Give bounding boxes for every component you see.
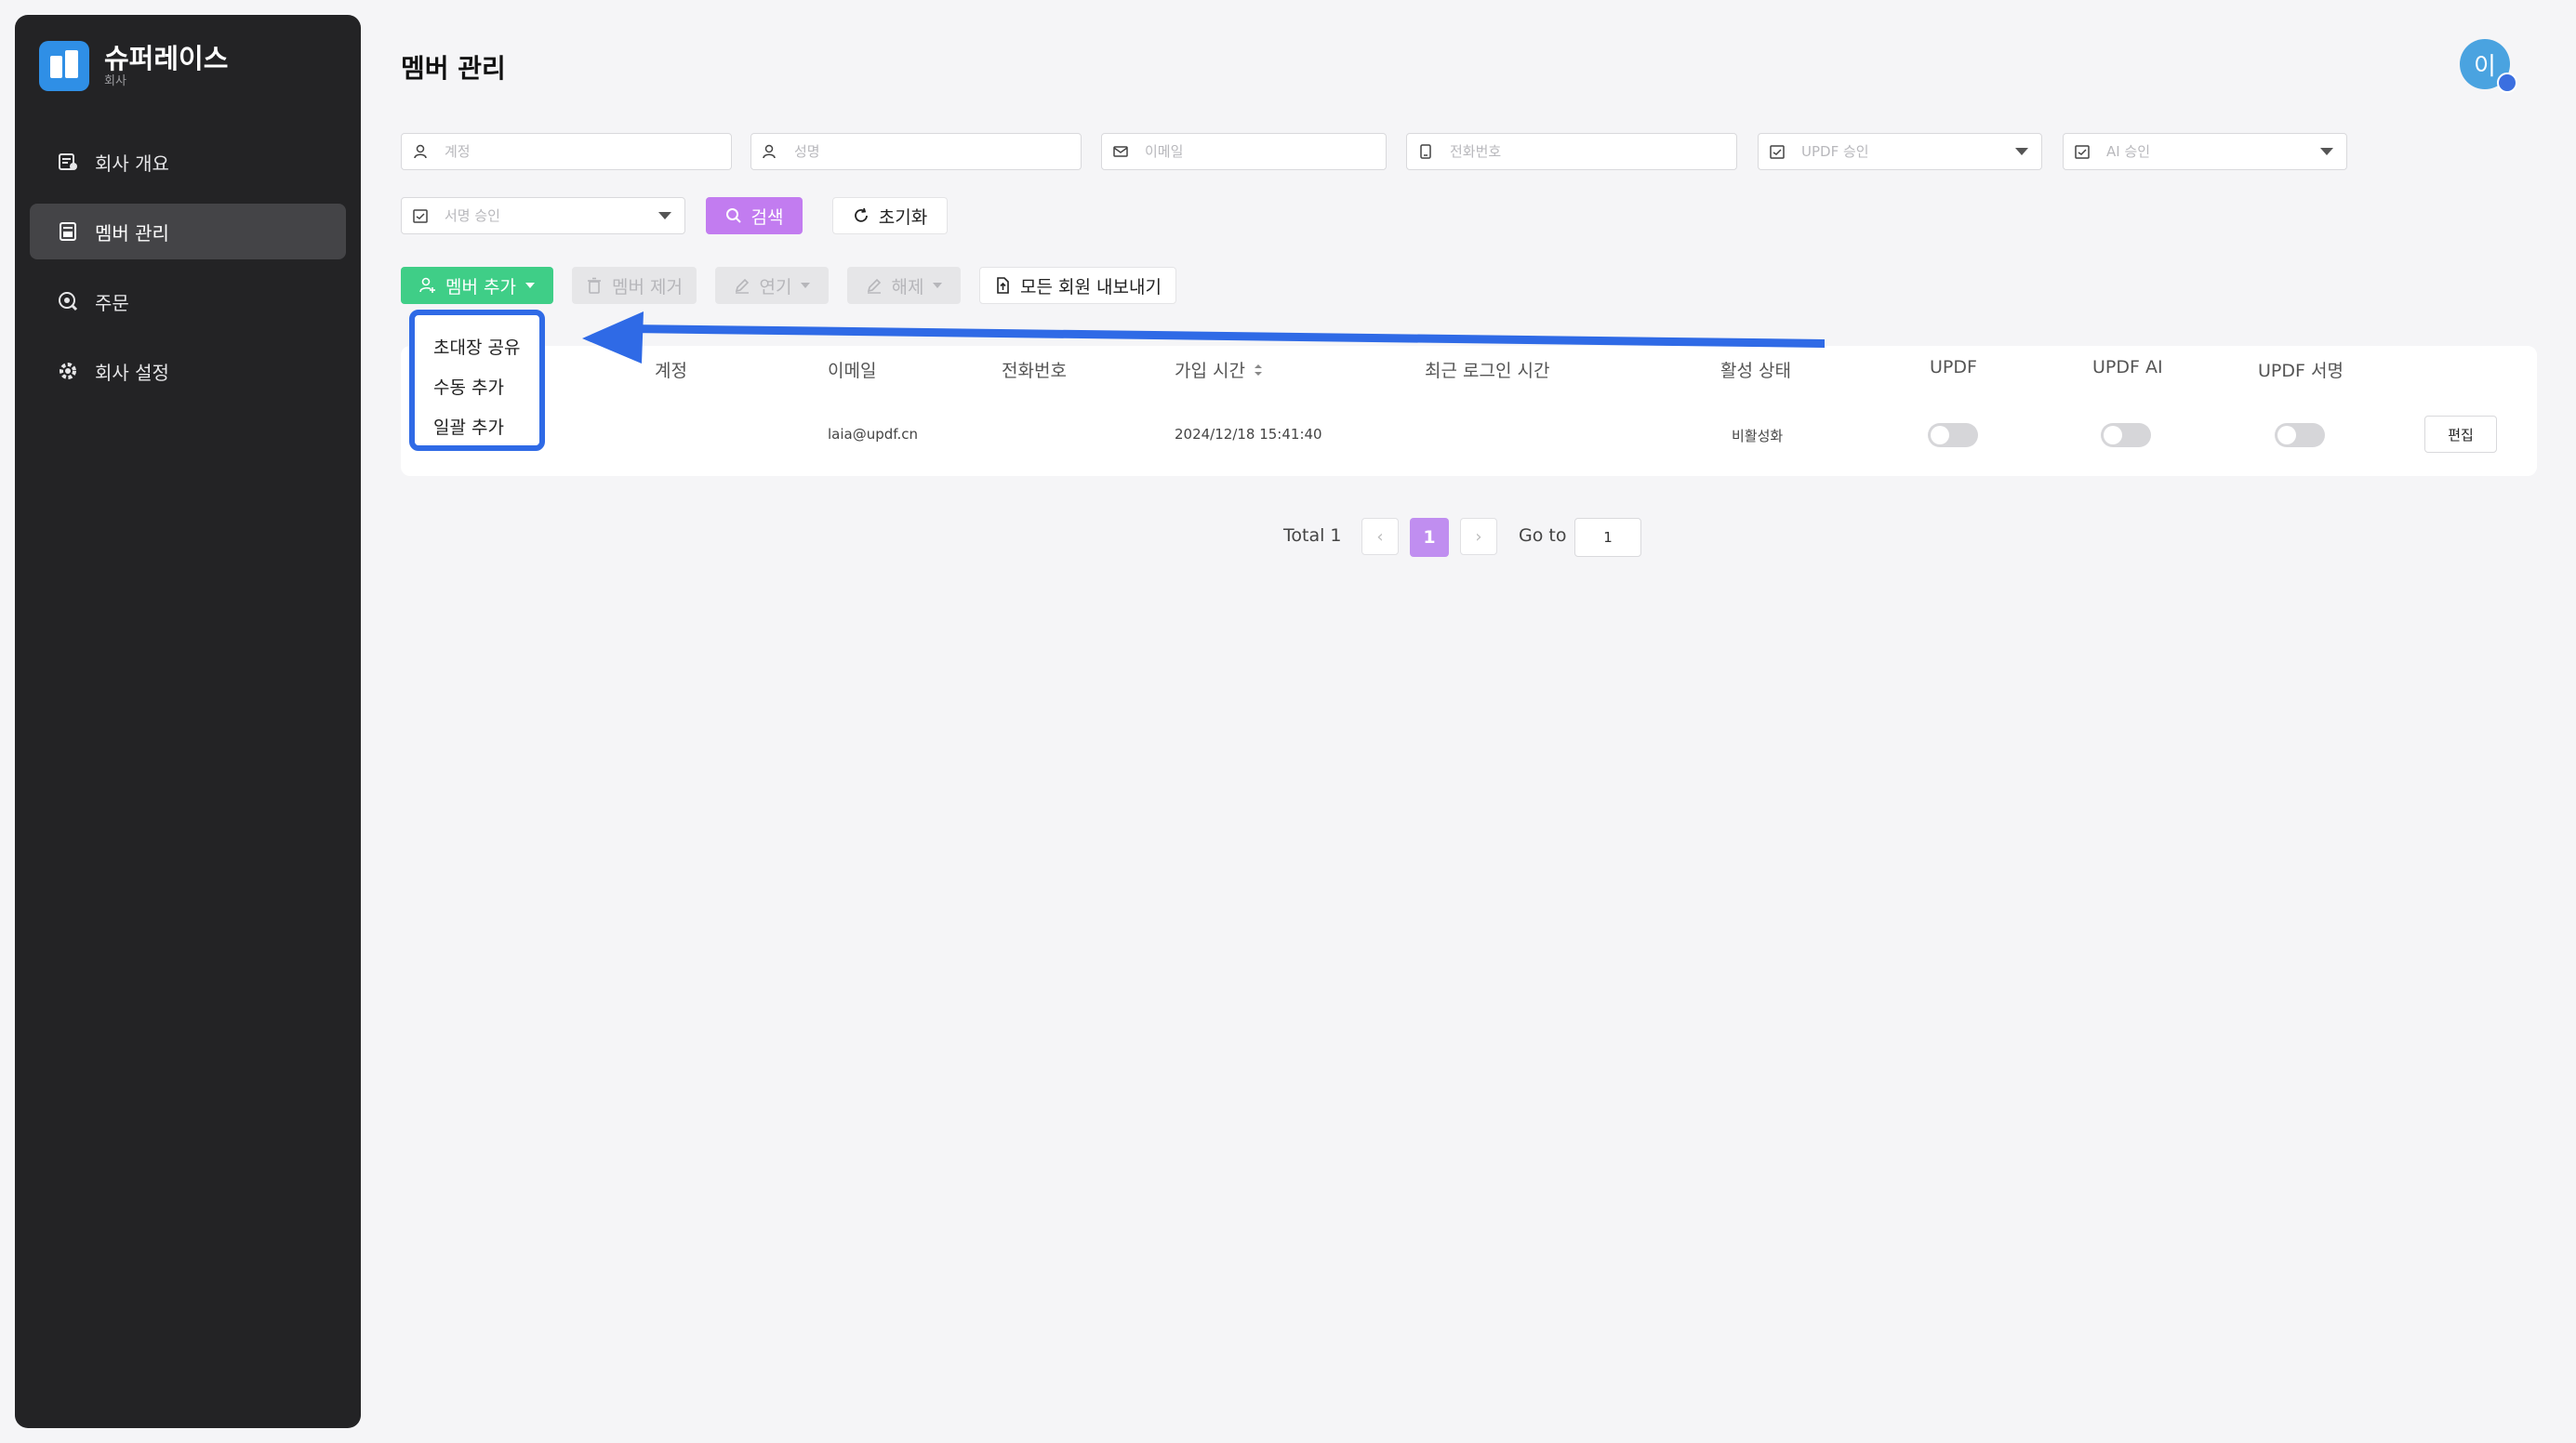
search-button-label: 검색 (750, 206, 784, 228)
sidebar: 슈퍼레이스 회사 회사 개요 멤버 관리 주문 회사 설정 (15, 15, 361, 1428)
pen-icon (866, 277, 883, 294)
orders-icon (58, 291, 78, 311)
sidebar-item-label: 멤버 관리 (95, 221, 169, 245)
reset-button[interactable]: 초기화 (832, 197, 948, 234)
remove-member-label: 멤버 제거 (612, 276, 683, 298)
ai-approval-select[interactable] (2063, 133, 2347, 170)
search-button[interactable]: 검색 (706, 197, 803, 234)
column-header-last-login: 최근 로그인 시간 (1425, 361, 1550, 381)
sidebar-item-orders[interactable]: 주문 (30, 273, 346, 329)
next-page-button[interactable]: › (1460, 518, 1497, 555)
sidebar-item-settings[interactable]: 회사 설정 (30, 343, 346, 399)
sign-approval-input[interactable] (443, 206, 637, 225)
row-status: 비활성화 (1732, 428, 1784, 444)
email-input[interactable] (1143, 142, 1338, 161)
updf-ai-toggle[interactable] (2101, 423, 2151, 447)
sidebar-item-label: 회사 설정 (95, 361, 169, 384)
brand: 슈퍼레이스 회사 (39, 41, 228, 91)
phone-filter[interactable] (1406, 133, 1737, 170)
page-number-current[interactable]: 1 (1410, 518, 1449, 557)
chevron-down-icon (2015, 148, 2028, 155)
account-input[interactable] (443, 142, 670, 161)
add-member-button[interactable]: 멤버 추가 (401, 267, 553, 304)
extend-button[interactable]: 연기 (715, 267, 829, 304)
add-user-icon (419, 277, 436, 294)
column-header-joined-label: 가입 시간 (1175, 361, 1245, 381)
search-icon (725, 207, 742, 224)
updf-sign-toggle[interactable] (2275, 423, 2325, 447)
updf-approval-input[interactable] (1799, 142, 1994, 161)
menu-item-manual-add[interactable]: 수동 추가 (433, 374, 504, 399)
export-all-button[interactable]: 모든 회원 내보내기 (979, 267, 1176, 304)
row-email: laia@updf.cn (828, 426, 918, 443)
column-header-email: 이메일 (828, 361, 877, 381)
chevron-down-icon (801, 283, 811, 288)
column-header-updf-sign: UPDF 서명 (2258, 361, 2344, 381)
user-icon (413, 143, 430, 160)
mail-icon (1113, 143, 1130, 160)
chevron-left-icon: ‹ (1376, 526, 1384, 547)
user-icon (763, 143, 779, 160)
name-filter[interactable] (750, 133, 1082, 170)
trash-icon (586, 277, 603, 294)
menu-item-share-invite[interactable]: 초대장 공유 (433, 334, 520, 359)
reset-button-label: 초기화 (878, 206, 928, 228)
calendar-icon (1770, 143, 1786, 160)
account-filter[interactable] (401, 133, 732, 170)
add-member-dropdown: 초대장 공유 수동 추가 일괄 추가 (409, 310, 545, 451)
overview-icon (58, 152, 78, 172)
phone-input[interactable] (1448, 142, 1675, 161)
extend-label: 연기 (759, 276, 792, 298)
sign-approval-select[interactable] (401, 197, 685, 234)
column-header-account: 계정 (655, 361, 687, 381)
sidebar-item-label: 회사 개요 (95, 152, 169, 175)
company-name: 슈퍼레이스 (104, 43, 229, 74)
gear-icon (58, 361, 78, 381)
export-all-label: 모든 회원 내보내기 (1020, 276, 1162, 298)
column-header-updf-ai: UPDF AI (2092, 357, 2163, 377)
column-header-status: 활성 상태 (1720, 361, 1791, 381)
phone-icon (1418, 143, 1435, 160)
sidebar-nav: 회사 개요 멤버 관리 주문 회사 설정 (30, 134, 346, 413)
edit-button[interactable]: 편집 (2424, 416, 2497, 453)
company-subtitle: 회사 (104, 74, 126, 88)
chevron-right-icon: › (1475, 526, 1482, 547)
column-header-joined[interactable]: 가입 시간 (1175, 357, 1264, 382)
chevron-down-icon (2320, 148, 2333, 155)
goto-page-input[interactable]: 1 (1574, 518, 1641, 557)
ai-approval-input[interactable] (2105, 142, 2299, 161)
name-input[interactable] (792, 142, 1019, 161)
row-joined: 2024/12/18 15:41:40 (1175, 426, 1322, 443)
chevron-down-icon (524, 283, 535, 288)
chevron-down-icon (933, 283, 943, 288)
menu-item-bulk-add[interactable]: 일괄 추가 (433, 414, 504, 439)
updf-approval-select[interactable] (1758, 133, 2042, 170)
sidebar-item-members[interactable]: 멤버 관리 (30, 204, 346, 259)
remove-member-button[interactable]: 멤버 제거 (572, 267, 697, 304)
page-title: 멤버 관리 (401, 53, 506, 84)
annotation-arrow-icon (582, 311, 1825, 364)
calendar-icon (413, 207, 430, 224)
pagination-total: Total 1 (1283, 525, 1342, 546)
company-logo-icon (39, 41, 89, 91)
column-header-updf: UPDF (1930, 357, 1977, 377)
sidebar-item-overview[interactable]: 회사 개요 (30, 134, 346, 190)
refresh-icon (853, 207, 870, 224)
pen-icon (734, 277, 750, 294)
calendar-icon (2075, 143, 2091, 160)
export-icon (994, 277, 1011, 294)
updf-toggle[interactable] (1928, 423, 1978, 447)
email-filter[interactable] (1101, 133, 1387, 170)
release-label: 해제 (891, 276, 924, 298)
members-icon (58, 221, 78, 242)
add-member-label: 멤버 추가 (445, 276, 516, 298)
sidebar-item-label: 주문 (95, 291, 129, 314)
release-button[interactable]: 해제 (847, 267, 961, 304)
prev-page-button[interactable]: ‹ (1361, 518, 1399, 555)
goto-label: Go to (1519, 525, 1567, 546)
avatar-badge-icon (2497, 73, 2517, 93)
column-header-phone: 전화번호 (1002, 361, 1067, 381)
sort-icon[interactable] (1253, 363, 1264, 377)
chevron-down-icon (658, 212, 671, 219)
